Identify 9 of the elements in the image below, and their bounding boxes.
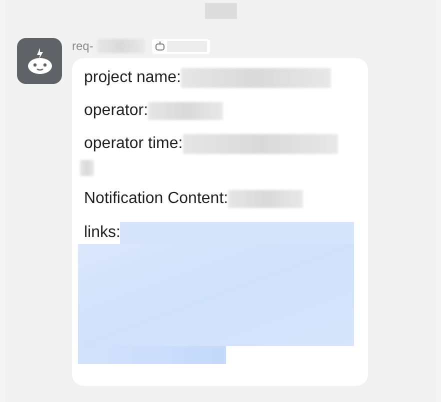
field-label: operator: bbox=[84, 101, 148, 121]
sender-name: req- bbox=[72, 38, 94, 55]
field-label: operator time: bbox=[84, 134, 183, 154]
redaction-block bbox=[80, 160, 94, 176]
field-label: project name: bbox=[84, 68, 181, 88]
field-label: links: bbox=[84, 223, 120, 243]
field-label: Notification Content: bbox=[84, 189, 228, 209]
redaction-block bbox=[97, 39, 146, 53]
robot-icon bbox=[155, 41, 166, 51]
